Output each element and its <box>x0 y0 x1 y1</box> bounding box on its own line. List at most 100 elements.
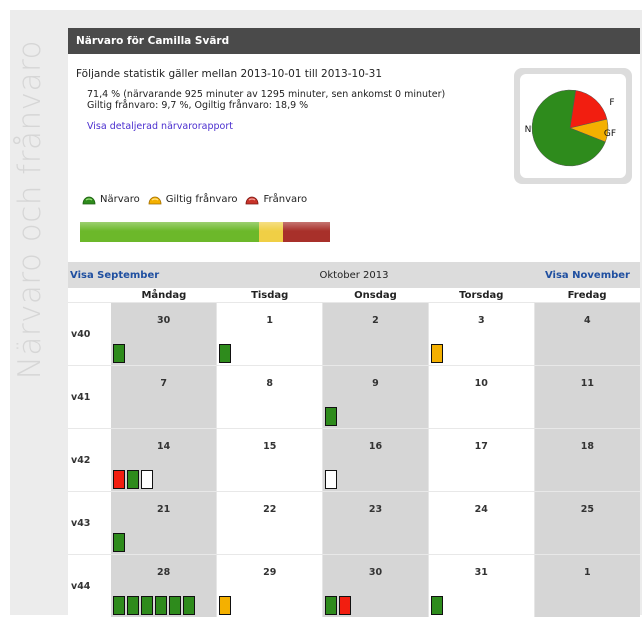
green-half-circle-icon <box>82 196 96 204</box>
calendar-day-cell[interactable]: 18 <box>534 428 640 492</box>
pie-chart-panel: N F GF <box>520 74 626 178</box>
calendar-day-cell[interactable]: 7 <box>111 365 217 429</box>
day-number: 9 <box>372 378 379 389</box>
week-column-header <box>68 288 111 303</box>
lesson-marker-green[interactable] <box>325 596 338 615</box>
attendance-calendar: Visa September Oktober 2013 Visa Novembe… <box>68 262 640 617</box>
day-number: 1 <box>584 567 591 578</box>
lesson-marker-green[interactable] <box>113 533 125 552</box>
lesson-marker-white[interactable] <box>325 470 338 489</box>
panel-header: Närvaro för Camilla Svärd <box>68 28 640 54</box>
calendar-day-cell[interactable]: 11 <box>534 365 640 429</box>
calendar-day-cell[interactable]: 23 <box>322 491 429 555</box>
side-title: Närvaro och frånvaro <box>5 40 55 580</box>
week-number: v43 <box>68 491 111 555</box>
day-number: 10 <box>474 378 488 389</box>
legend-item-giltig-franvaro: Giltig frånvaro <box>148 194 238 205</box>
weekday-header: Måndag <box>111 288 217 303</box>
calendar-grid: Måndag Tisdag Onsdag Torsdag Fredag v40 3… <box>68 288 640 617</box>
legend-item-narvaro: Närvaro <box>82 194 140 205</box>
calendar-day-cell[interactable]: 2 <box>322 302 429 366</box>
pie-label-n: N <box>525 125 532 135</box>
calendar-day-cell[interactable]: 1 <box>216 302 324 366</box>
lesson-marker-green[interactable] <box>183 596 195 615</box>
attendance-markers <box>430 596 445 615</box>
calendar-day-cell[interactable]: 9 <box>322 365 429 429</box>
calendar-day-cell[interactable]: 24 <box>427 491 535 555</box>
week-number: v41 <box>68 365 111 429</box>
day-number: 30 <box>157 315 171 326</box>
attendance-markers <box>113 533 127 552</box>
lesson-marker-green[interactable] <box>325 407 338 426</box>
pie-chart-box: N F GF <box>514 68 632 184</box>
weekday-header: Fredag <box>534 288 640 303</box>
detailed-report-link[interactable]: Visa detaljerad närvarorapport <box>87 121 445 132</box>
attendance-pie-chart: N F GF <box>525 89 616 167</box>
calendar-day-cell[interactable]: 28 <box>111 554 217 617</box>
calendar-day-cell[interactable]: 22 <box>216 491 324 555</box>
calendar-day-cell[interactable]: 8 <box>216 365 324 429</box>
lesson-marker-green[interactable] <box>155 596 167 615</box>
day-number: 18 <box>580 441 594 452</box>
main-panel: Närvaro för Camilla Svärd Följande stati… <box>68 28 640 617</box>
weekday-header: Tisdag <box>216 288 323 303</box>
calendar-day-cell[interactable]: 4 <box>534 302 640 366</box>
lesson-marker-green[interactable] <box>430 596 443 615</box>
weekday-header: Torsdag <box>428 288 535 303</box>
lesson-marker-green[interactable] <box>141 596 153 615</box>
statistics-section: Följande statistik gäller mellan 2013-10… <box>76 68 445 132</box>
lesson-marker-green[interactable] <box>113 344 125 363</box>
day-number: 3 <box>477 315 485 326</box>
calendar-day-cell[interactable]: 21 <box>111 491 217 555</box>
lesson-marker-green[interactable] <box>219 344 232 363</box>
calendar-day-cell[interactable]: 31 <box>427 554 535 617</box>
lesson-marker-green[interactable] <box>127 470 139 489</box>
next-month-link[interactable]: Visa November <box>545 270 630 281</box>
day-number: 28 <box>157 567 171 578</box>
lesson-marker-green[interactable] <box>169 596 181 615</box>
lesson-marker-red[interactable] <box>339 596 352 615</box>
week-number: v44 <box>68 554 111 617</box>
day-number: 23 <box>368 504 383 515</box>
summary-bar-segment-närvaro <box>80 222 259 242</box>
calendar-day-cell[interactable]: 15 <box>216 428 324 492</box>
attendance-markers <box>430 344 445 363</box>
calendar-day-cell[interactable]: 30 <box>322 554 429 617</box>
lesson-marker-orange[interactable] <box>430 344 443 363</box>
day-number: 1 <box>266 315 273 326</box>
statistics-period: Följande statistik gäller mellan 2013-10… <box>76 68 383 80</box>
calendar-day-cell[interactable]: 10 <box>427 365 535 429</box>
statistics-absence-line: Giltig frånvaro: 9,7 %, Ogiltig frånvaro… <box>87 100 309 111</box>
attendance-markers <box>113 596 197 615</box>
lesson-marker-red[interactable] <box>113 470 125 489</box>
calendar-week-row: v42 14 15 16 17 18 <box>68 428 640 492</box>
day-number: 30 <box>368 567 383 578</box>
attendance-markers <box>113 344 127 363</box>
calendar-day-cell[interactable]: 16 <box>322 428 429 492</box>
calendar-day-cell[interactable]: 29 <box>216 554 324 617</box>
day-number: 8 <box>266 378 273 389</box>
calendar-header: Visa September Oktober 2013 Visa Novembe… <box>68 262 640 288</box>
day-number: 15 <box>263 441 277 452</box>
previous-month-link[interactable]: Visa September <box>70 270 159 281</box>
legend-label-giltig-franvaro: Giltig frånvaro <box>165 194 238 205</box>
day-number: 11 <box>580 378 594 389</box>
day-number: 29 <box>263 567 277 578</box>
calendar-day-cell[interactable]: 30 <box>111 302 217 366</box>
calendar-day-cell[interactable]: 25 <box>534 491 640 555</box>
attendance-markers <box>219 596 233 615</box>
calendar-day-cell[interactable]: 1 <box>534 554 640 617</box>
day-number: 14 <box>157 441 171 452</box>
lesson-marker-green[interactable] <box>127 596 139 615</box>
statistics-attendance-line: 71,4 % (närvarande 925 minuter av 1295 m… <box>87 89 446 100</box>
calendar-day-cell[interactable]: 14 <box>111 428 217 492</box>
calendar-day-cell[interactable]: 3 <box>427 302 535 366</box>
legend-label-narvaro: Närvaro <box>100 194 140 205</box>
legend-item-franvaro: Frånvaro <box>245 194 307 205</box>
lesson-marker-green[interactable] <box>113 596 125 615</box>
lesson-marker-white[interactable] <box>141 470 153 489</box>
summary-bar-segment-giltig-franvaro <box>258 222 283 242</box>
lesson-marker-orange[interactable] <box>219 596 232 615</box>
calendar-day-cell[interactable]: 17 <box>427 428 535 492</box>
weekday-header-row: Måndag Tisdag Onsdag Torsdag Fredag <box>68 288 640 303</box>
